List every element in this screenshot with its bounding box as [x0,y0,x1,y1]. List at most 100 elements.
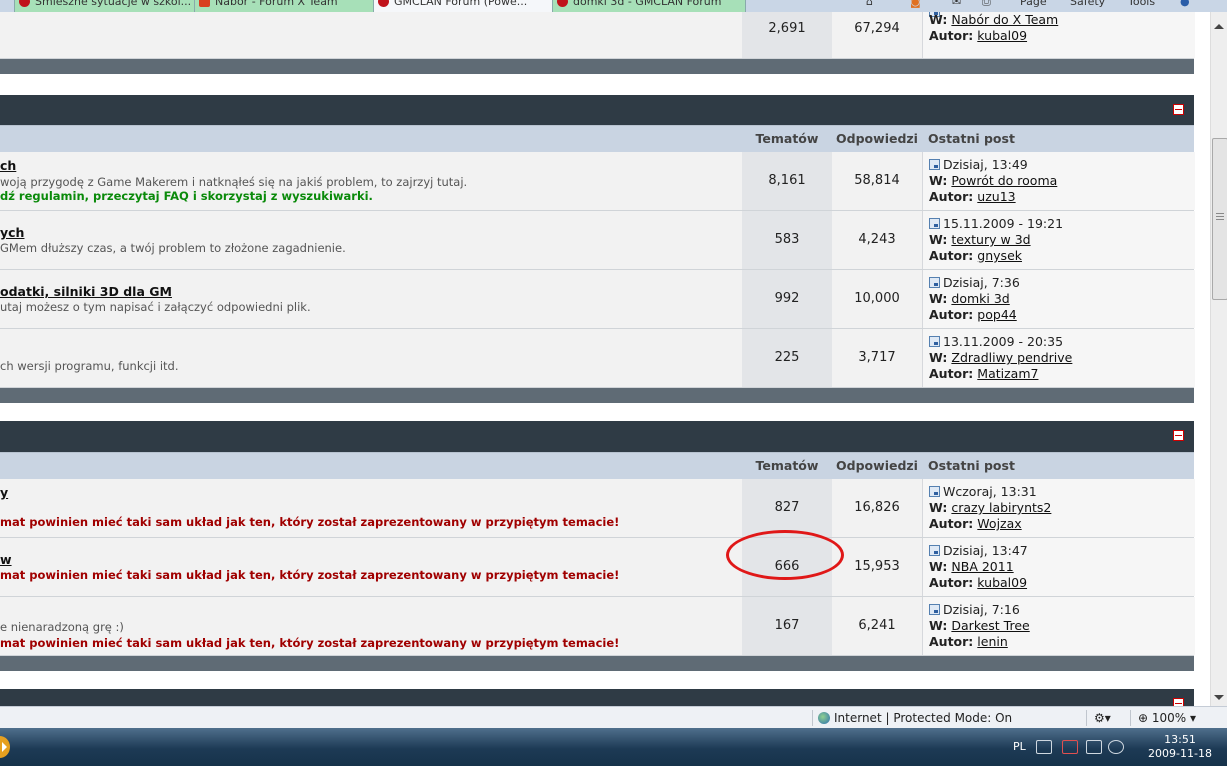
header-last-post: Ostatni post [928,131,1015,146]
scrollbar-thumb[interactable] [1212,138,1227,300]
last-post-author: Autor: kubal09 [929,575,1028,590]
forum-warning: mat powinien mieć taki sam układ jak ten… [0,568,620,582]
last-post-icon[interactable] [929,218,940,229]
last-post-icon[interactable] [929,486,940,497]
author-link[interactable]: gnysek [977,248,1022,263]
forum-title-link[interactable]: odatki, silniki 3D dla GM [0,284,172,299]
last-post-icon[interactable] [929,277,940,288]
collapse-icon[interactable] [1173,430,1184,441]
browser-tab[interactable]: domki 3d - GMCLAN Forum [552,0,746,12]
last-post-icon[interactable] [929,336,940,347]
posts-count: 16,826 [854,500,900,515]
help-icon[interactable]: ● [1180,0,1190,8]
topics-count: 8,161 [742,152,832,210]
last-post-date: Dzisiaj, 7:36 [929,275,1020,290]
topics-count: 167 [742,597,832,655]
forum-title-link[interactable]: ych [0,225,24,240]
posts-count: 10,000 [854,291,900,306]
forum-row: ch woją przygodę z Game Makerem i natkną… [0,152,1195,211]
forum-title-cell: e nienaradzoną grę :) mat powinien mieć … [0,597,742,655]
last-post-link[interactable]: Darkest Tree [951,618,1029,633]
forum-note: dź regulamin, przeczytaj FAQ i skorzysta… [0,189,373,203]
last-post-cell: Dzisiaj, 13:47 W: NBA 2011 Autor: kubal0… [922,538,1195,596]
forum-description: woją przygodę z Game Makerem i natknąłeś… [0,175,468,189]
author-link[interactable]: lenin [977,634,1007,649]
last-post-link[interactable]: domki 3d [951,291,1009,306]
forum-row: odatki, silniki 3D dla GM utaj możesz o … [0,270,1195,329]
globe-icon [818,712,830,724]
forum-title-cell: w mat powinien mieć taki sam układ jak t… [0,538,742,596]
read-mail-icon[interactable]: ✉ [952,0,961,8]
last-post-link[interactable]: Nabór do X Team [951,12,1058,27]
topics-count: 583 [742,211,832,269]
print-icon[interactable]: ⎙ [982,0,991,9]
posts-count: 58,814 [854,173,900,188]
volume-icon[interactable] [1108,740,1124,754]
tools-menu[interactable]: Tools [1128,0,1155,8]
browser-tab[interactable]: Śmieszne sytuacje w szkol... [14,0,201,12]
tab-label: GMCLAN Forum (Powe... [394,0,528,8]
last-post-cell: Dzisiaj, 7:16 W: Darkest Tree Autor: len… [922,597,1195,655]
topics-count: 225 [742,329,832,387]
last-post-link[interactable]: Powrót do rooma [951,173,1057,188]
action-center-icon[interactable] [1062,740,1078,754]
last-post-topic: W: Zdradliwy pendrive [929,350,1073,365]
last-post-icon[interactable] [929,604,940,615]
protected-mode-icon[interactable]: ⚙▾ [1094,707,1111,729]
author-link[interactable]: uzu13 [977,189,1015,204]
browser-tab-active[interactable]: GMCLAN Forum (Powe... ✕ [373,0,565,12]
last-post-icon[interactable] [929,159,940,170]
posts-count: 4,243 [858,232,896,247]
author-link[interactable]: kubal09 [977,575,1027,590]
forum-warning: mat powinien mieć taki sam układ jak ten… [0,636,620,650]
author-link[interactable]: pop44 [977,307,1016,322]
home-icon[interactable]: ⌂ [866,0,873,8]
author-link[interactable]: Matizam7 [977,366,1038,381]
forum-description: ch wersji programu, funkcji itd. [0,359,179,373]
author-link[interactable]: Wojzax [977,516,1021,531]
last-post-date: 15.11.2009 - 19:21 [929,216,1063,231]
forum-row: ch wersji programu, funkcji itd. 225 3,7… [0,329,1195,388]
scroll-up-icon[interactable] [1214,24,1224,29]
forum-page: 2,691 67,294 W: Nabór do X Team Autor: k… [0,12,1210,706]
forum-title-cell [0,12,742,58]
last-post-link[interactable]: textury w 3d [951,232,1030,247]
zoom-control[interactable]: ⊕ 100% ▾ [1138,707,1196,729]
favicon-icon [557,0,568,7]
keyboard-icon[interactable] [1036,740,1052,754]
last-post-icon[interactable] [929,545,940,556]
vertical-scrollbar[interactable] [1210,12,1227,706]
forum-description: utaj możesz o tym napisać i załączyć odp… [0,300,311,314]
scroll-down-icon[interactable] [1214,695,1224,700]
collapse-icon[interactable] [1173,698,1184,706]
forum-title-link[interactable]: ch [0,158,16,173]
forum-title-link[interactable]: y [0,485,8,500]
feeds-icon[interactable]: ◙ [910,0,921,8]
forum-title-cell: ych GMem dłuższy czas, a twój problem to… [0,211,742,269]
last-post-author: Autor: gnysek [929,248,1022,263]
favicon-icon [199,0,210,7]
forum-title-cell: odatki, silniki 3D dla GM utaj możesz o … [0,270,742,328]
browser-tab[interactable]: Nabór - Forum X Team [194,0,381,12]
posts-count: 15,953 [854,559,900,574]
safety-menu[interactable]: Safety [1070,0,1105,8]
forum-title-link[interactable]: w [0,552,12,567]
network-icon[interactable] [1086,740,1102,754]
last-post-cell: W: Nabór do X Team Autor: kubal09 [922,12,1195,58]
last-post-link[interactable]: crazy labirynts2 [951,500,1051,515]
last-post-author: Autor: Wojzax [929,516,1022,531]
author-link[interactable]: kubal09 [977,28,1027,43]
last-post-author: Autor: lenin [929,634,1008,649]
language-indicator[interactable]: PL [1013,740,1026,753]
page-menu[interactable]: Page [1020,0,1047,8]
column-header: Tematów Odpowiedzi Ostatni post [0,452,1194,479]
clock[interactable]: 13:51 2009-11-18 [1140,733,1220,761]
last-post-link[interactable]: Zdradliwy pendrive [951,350,1072,365]
media-player-icon[interactable] [0,736,10,758]
last-post-link[interactable]: NBA 2011 [951,559,1013,574]
security-zone[interactable]: Internet | Protected Mode: On [818,707,1012,729]
category-header [0,95,1194,125]
last-post-cell: Dzisiaj, 7:36 W: domki 3d Autor: pop44 [922,270,1195,328]
category-header [0,689,1194,706]
collapse-icon[interactable] [1173,104,1184,115]
